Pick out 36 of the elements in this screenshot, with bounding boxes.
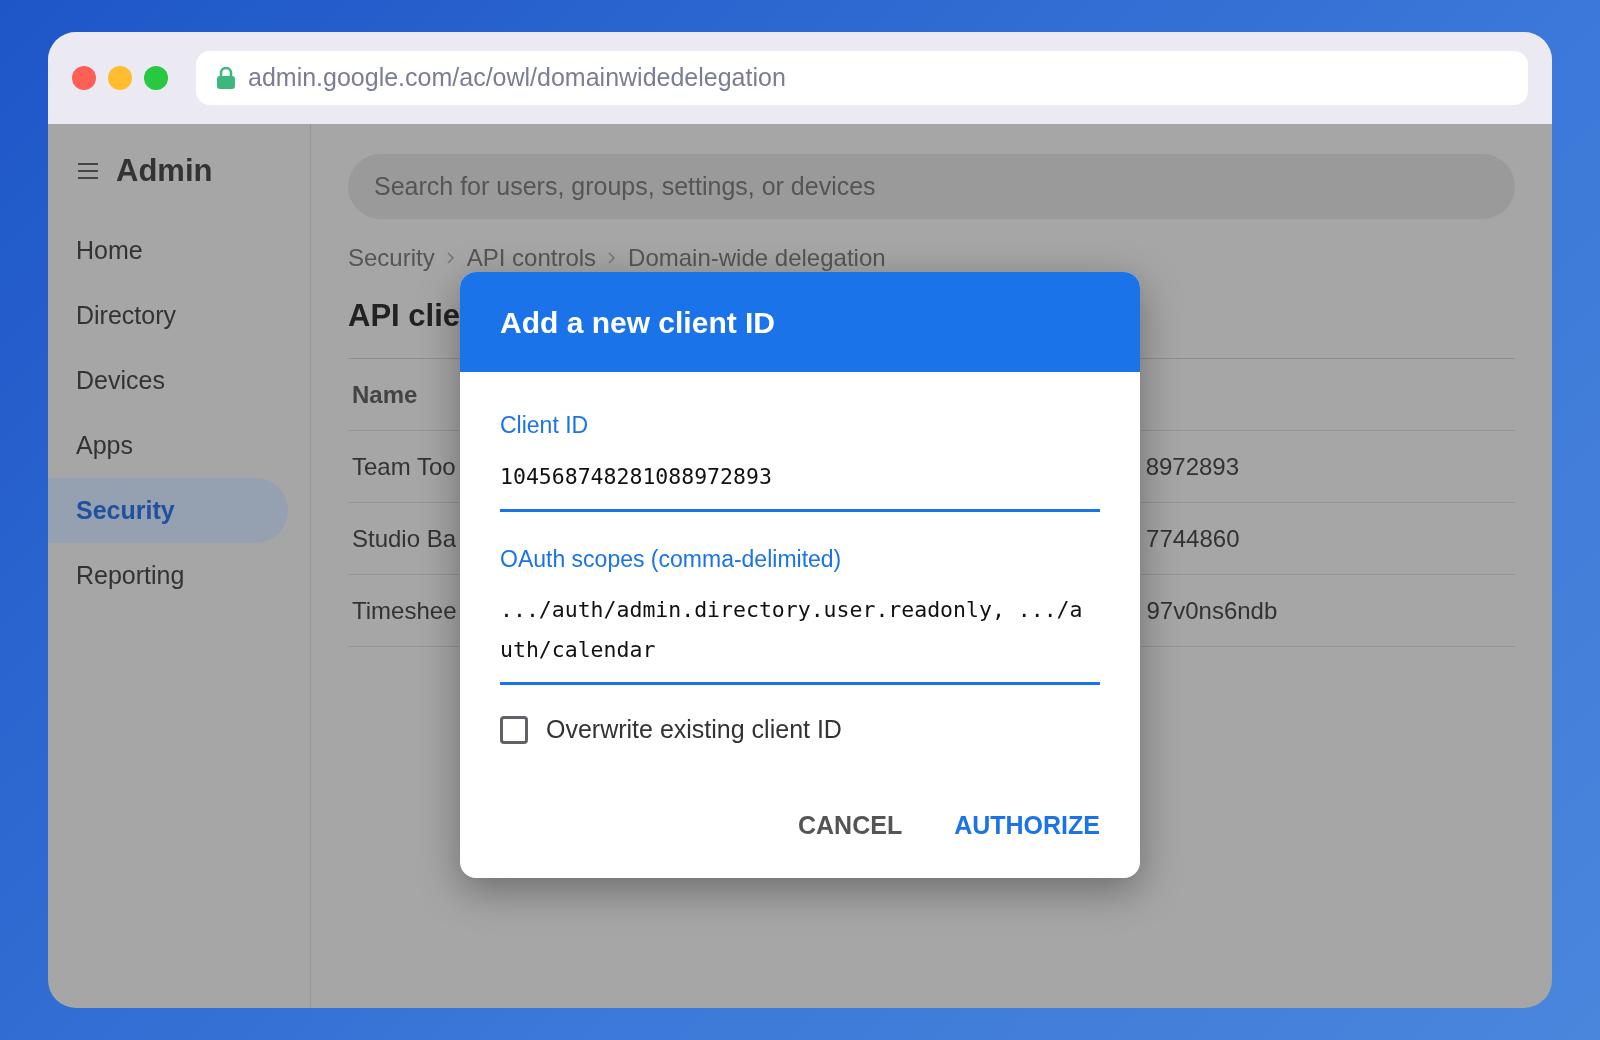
field-label: OAuth scopes (comma-delimited) — [500, 544, 843, 574]
table-cell-text: Studio Ba — [352, 523, 457, 554]
close-window-button[interactable] — [72, 66, 96, 90]
sidebar-item[interactable]: Security — [48, 478, 288, 543]
sidebar-item[interactable]: Apps — [48, 413, 288, 478]
sidebar-item[interactable]: Home — [48, 218, 288, 283]
table-cell-text: 8972893 — [1145, 451, 1240, 482]
url-text: admin.google.com/ac/owl/domainwidedelegation — [248, 62, 786, 94]
sidebar-item[interactable]: Directory — [48, 283, 288, 348]
table-cell-text: Timeshee — [352, 595, 457, 626]
field-label: Client ID — [500, 411, 590, 440]
page-title: API clie — [348, 297, 460, 336]
chevron-right-icon — [608, 252, 617, 264]
maximize-window-button[interactable] — [144, 66, 168, 90]
input-field[interactable]: .../auth/admin.directory.user.readonly, .../auth/calendar — [500, 576, 1100, 685]
minimize-window-button[interactable] — [108, 66, 132, 90]
checkbox-label: Overwrite existing client ID — [546, 714, 842, 745]
checkbox[interactable] — [500, 715, 528, 744]
breadcrumb-link[interactable]: Security — [348, 240, 435, 276]
input-field[interactable]: 104568748281088972893 — [500, 442, 1100, 512]
breadcrumb-link[interactable]: API controls — [466, 240, 597, 276]
menu-icon[interactable] — [78, 162, 98, 180]
address-bar[interactable]: admin.google.com/ac/owl/domainwidedelegation — [196, 51, 1528, 105]
sidebar-item[interactable]: Reporting — [48, 543, 288, 608]
dialog-title: Add a new client ID — [500, 304, 776, 341]
chevron-right-icon — [446, 252, 455, 264]
table-cell-text: Team Too — [352, 451, 456, 482]
authorize-button[interactable]: AUTHORIZE — [942, 800, 1112, 850]
table-cell-text: 7744860 — [1146, 523, 1240, 554]
sidebar-item[interactable]: Devices — [48, 348, 288, 413]
breadcrumb-link[interactable]: Domain-wide delegation — [628, 240, 886, 276]
app-title: Admin — [116, 151, 213, 190]
column-header: Name — [352, 379, 418, 410]
table-cell-text: 97v0ns6ndb — [1146, 595, 1278, 626]
search-field[interactable]: Search for users, groups, settings, or devices — [348, 154, 1515, 219]
cancel-button[interactable]: CANCEL — [786, 800, 915, 850]
